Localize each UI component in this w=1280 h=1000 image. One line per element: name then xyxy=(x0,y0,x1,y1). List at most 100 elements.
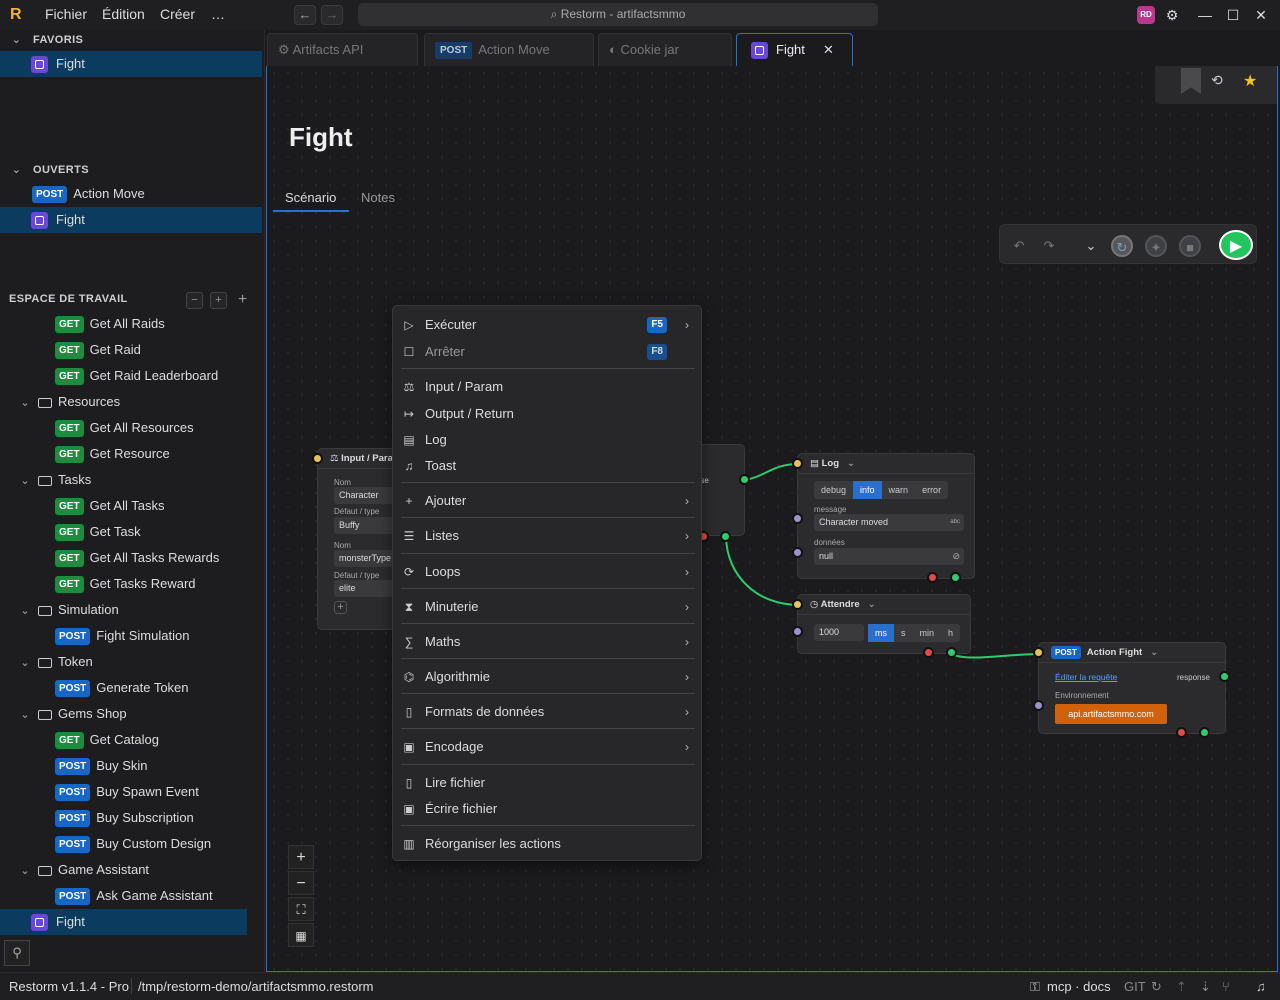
node-wait[interactable]: ◷ Attendre ⌄ 1000 ms s min h xyxy=(797,594,971,654)
menu-item[interactable]: ⚖ Input / Param xyxy=(393,374,701,400)
port-input[interactable] xyxy=(792,458,803,469)
menu-item[interactable]: + Ajouter › xyxy=(393,488,701,514)
menu-item[interactable]: ↦ Output / Return xyxy=(393,401,701,427)
forward-arrow-icon[interactable]: → xyxy=(321,5,343,25)
request-item[interactable]: GET Get Raid xyxy=(0,337,262,363)
folder-item[interactable]: ⌄ Simulation xyxy=(0,597,262,623)
request-item[interactable]: GET Get Catalog xyxy=(0,727,262,753)
menu-item[interactable]: ▯ Formats de données › xyxy=(393,699,701,725)
open-header[interactable]: ⌄ OUVERTS xyxy=(0,163,89,176)
menu-fichier[interactable]: Fichier xyxy=(45,6,87,22)
menu-item[interactable]: ⌬ Algorithmie › xyxy=(393,664,701,690)
port-success[interactable] xyxy=(1199,727,1210,738)
tab-cookie-jar[interactable]: ◐ Cookie jar xyxy=(598,33,732,66)
port-param[interactable] xyxy=(792,626,803,637)
port-param[interactable] xyxy=(792,513,803,524)
level-error[interactable]: error xyxy=(915,481,948,499)
request-item[interactable]: POST Buy Skin xyxy=(0,753,262,779)
request-item[interactable]: GET Get Tasks Reward xyxy=(0,571,262,597)
port-input[interactable] xyxy=(792,599,803,610)
node-action-fight[interactable]: POST Action Fight ⌄ Éditer la requête resp… xyxy=(1038,642,1226,734)
request-item[interactable]: GET Get Raid Leaderboard xyxy=(0,363,262,389)
port-error[interactable] xyxy=(927,572,938,583)
mcp-docs-link[interactable]: mcp · docs xyxy=(1047,973,1111,1000)
pull-icon[interactable]: ⇣ xyxy=(1200,973,1211,1000)
push-icon[interactable]: ⇡ xyxy=(1176,973,1187,1000)
level-warn[interactable]: warn xyxy=(882,481,916,499)
unit-h[interactable]: h xyxy=(941,624,960,642)
tab-action-move[interactable]: POST Action Move xyxy=(424,33,594,66)
menu-more[interactable]: … xyxy=(211,6,225,22)
chevron-down-icon[interactable]: ⌄ xyxy=(12,390,38,416)
close-window-icon[interactable]: ✕ xyxy=(1252,6,1270,24)
menu-item[interactable]: ▥ Réorganiser les actions xyxy=(393,831,701,857)
open-item-fight[interactable]: Fight xyxy=(0,207,262,233)
port-error[interactable] xyxy=(923,647,934,658)
request-item[interactable]: POST Buy Spawn Event xyxy=(0,779,262,805)
tab-fight[interactable]: Fight ✕ xyxy=(736,33,853,66)
collapse-all-icon[interactable]: − xyxy=(186,292,203,309)
request-item[interactable]: GET Get All Raids xyxy=(0,311,262,337)
request-item[interactable]: POST Fight Simulation xyxy=(0,623,262,649)
request-item[interactable]: GET Get All Tasks xyxy=(0,493,262,519)
open-item-action-move[interactable]: POST Action Move xyxy=(0,181,262,207)
port-response[interactable] xyxy=(739,474,750,485)
request-item[interactable]: POST Buy Subscription xyxy=(0,805,262,831)
new-folder-icon[interactable]: + xyxy=(210,292,227,309)
port-error[interactable] xyxy=(1176,727,1187,738)
menu-item[interactable]: ⟳ Loops › xyxy=(393,559,701,585)
bell-icon[interactable]: ♫ xyxy=(1256,973,1266,1000)
zoom-in-icon[interactable]: + xyxy=(288,845,314,869)
folder-item[interactable]: ⌄ Resources xyxy=(0,389,262,415)
avatar[interactable]: RD xyxy=(1137,6,1155,24)
fit-view-icon[interactable]: ⛶ xyxy=(288,897,314,921)
chevron-down-icon[interactable]: ⌄ xyxy=(12,468,38,494)
port-param[interactable] xyxy=(792,547,803,558)
chevron-down-icon[interactable]: ⌄ xyxy=(1150,647,1158,658)
minimize-icon[interactable]: — xyxy=(1196,6,1214,24)
scenario-item[interactable]: Fight xyxy=(0,909,247,935)
port-success[interactable] xyxy=(950,572,961,583)
add-icon[interactable]: + xyxy=(234,292,251,309)
menu-item[interactable]: ⧗ Minuterie › xyxy=(393,594,701,620)
maximize-icon[interactable]: ☐ xyxy=(1224,6,1242,24)
request-item[interactable]: GET Get All Tasks Rewards xyxy=(0,545,262,571)
edit-request-link[interactable]: Éditer la requête xyxy=(1055,672,1117,682)
menu-item[interactable]: ∑ Maths › xyxy=(393,629,701,655)
folder-item[interactable]: ⌄ Gems Shop xyxy=(0,701,262,727)
port-success[interactable] xyxy=(946,647,957,658)
menu-item[interactable]: ▤ Log xyxy=(393,427,701,453)
data-field[interactable]: null ⊘ xyxy=(814,548,964,565)
environment-button[interactable]: api.artifactsmmo.com xyxy=(1055,704,1167,724)
zoom-out-icon[interactable]: − xyxy=(288,871,314,895)
favorites-header[interactable]: ⌄ FAVORIS xyxy=(0,33,83,46)
level-debug[interactable]: debug xyxy=(814,481,853,499)
port-param[interactable] xyxy=(1033,700,1044,711)
menu-item[interactable]: ☰ Listes › xyxy=(393,523,701,549)
search-input[interactable]: ⌕ Restorm - artifactsmmo xyxy=(358,3,878,26)
pin-icon[interactable]: ⚲ xyxy=(4,940,30,966)
close-tab-icon[interactable]: ✕ xyxy=(823,34,834,66)
port-success[interactable] xyxy=(720,531,731,542)
null-icon[interactable]: ⊘ xyxy=(952,548,960,565)
branch-icon[interactable]: ⑂ xyxy=(1222,973,1230,1000)
tab-artifacts-api[interactable]: ⚙ Artifacts API xyxy=(267,33,418,66)
level-info[interactable]: info xyxy=(853,481,882,499)
menu-item[interactable]: ▯ Lire fichier xyxy=(393,770,701,796)
message-field[interactable]: Character moved abc xyxy=(814,514,964,531)
menu-item[interactable]: ▷ Exécuter F5 › xyxy=(393,312,701,338)
unit-s[interactable]: s xyxy=(894,624,913,642)
chevron-down-icon[interactable]: ⌄ xyxy=(12,702,38,728)
menu-creer[interactable]: Créer xyxy=(160,6,195,22)
folder-item[interactable]: ⌄ Tasks xyxy=(0,467,262,493)
folder-item[interactable]: ⌄ Game Assistant xyxy=(0,857,262,883)
port-input[interactable] xyxy=(312,453,323,464)
node-log[interactable]: ▤ Log ⌄ debug info warn error message Charac… xyxy=(797,453,975,579)
request-item[interactable]: GET Get Resource xyxy=(0,441,262,467)
workspace-path[interactable]: /tmp/restorm-demo/artifactsmmo.restorm xyxy=(138,973,374,1000)
back-arrow-icon[interactable]: ← xyxy=(294,5,316,25)
request-item[interactable]: GET Get All Resources xyxy=(0,415,262,441)
gear-icon[interactable]: ⚙ xyxy=(1163,6,1181,24)
menu-item[interactable]: ▣ Écrire fichier xyxy=(393,796,701,822)
wait-duration-field[interactable]: 1000 xyxy=(814,624,864,641)
